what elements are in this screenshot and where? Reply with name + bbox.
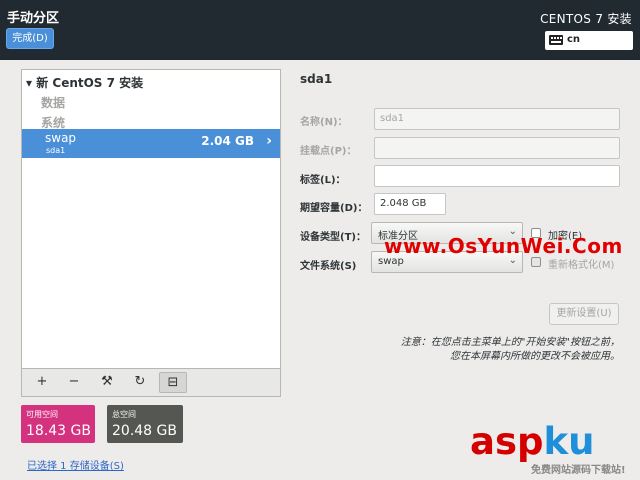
total-space-label: 总空间	[112, 410, 136, 419]
note-line-1: 注意：在您点击主菜单上的"开始安装"按钮之前，	[400, 337, 620, 348]
product-title: CENTOS 7 安装	[540, 12, 632, 26]
selected-storage-link[interactable]: 已选择 1 存储设备(S)	[27, 457, 124, 472]
available-space-value: 18.43 GB	[26, 423, 91, 439]
partition-name: swap	[45, 131, 77, 145]
partition-device: sda1	[46, 146, 66, 155]
note-line-2: 您在本屏幕内所做的更改不会被应用。	[450, 351, 620, 362]
update-settings-button[interactable]: 更新设置(U)	[549, 303, 619, 325]
available-space-box: 可用空间 18.43 GB	[21, 405, 95, 443]
tag-label: 标签(L)：	[300, 175, 346, 186]
tree-root-label[interactable]: ▾ 新 CentOS 7 安装	[26, 74, 143, 91]
top-header: 手动分区 完成(D) CENTOS 7 安装 cn	[0, 0, 640, 60]
done-button[interactable]: 完成(D)	[6, 28, 54, 49]
capacity-label: 期望容量(D)：	[300, 203, 368, 214]
page-title: 手动分区	[7, 11, 60, 26]
filesystem-label: 文件系统(S)	[300, 261, 357, 272]
keyboard-icon	[549, 35, 563, 45]
keyboard-layout-label: cn	[567, 34, 581, 45]
total-space-value: 20.48 GB	[112, 423, 177, 439]
keyboard-layout-indicator[interactable]: cn	[545, 31, 633, 50]
available-space-label: 可用空间	[26, 410, 58, 419]
total-space-box: 总空间 20.48 GB	[107, 405, 183, 443]
partition-size: 2.04 GB	[201, 134, 254, 148]
device-type-label: 设备类型(T)：	[300, 232, 366, 243]
mount-point-field[interactable]	[374, 137, 620, 159]
chevron-right-icon: ›	[266, 133, 272, 149]
tag-field[interactable]	[374, 165, 620, 187]
name-field[interactable]: sda1	[374, 108, 620, 130]
watermark-aspku-logo: aspku	[470, 420, 595, 463]
partition-tree: ▾ 新 CentOS 7 安装 数据 系统 swap sda1 2.04 GB …	[21, 69, 281, 369]
partition-toolbar: + − ⚒ ↻ ⊟	[21, 369, 281, 397]
remove-icon[interactable]: −	[60, 372, 88, 393]
tree-group-data: 数据	[41, 96, 66, 110]
name-label: 名称(N)：	[300, 117, 348, 128]
add-icon[interactable]: +	[28, 372, 56, 393]
watermark-aspku-tagline: 免费网站源码下载站!	[531, 465, 626, 476]
refresh-icon[interactable]: ↻	[126, 372, 154, 393]
watermark-osyunwei: www.OsYunWei.Com	[384, 234, 623, 258]
reformat-label: 重新格式化(M)	[548, 260, 615, 271]
capacity-field[interactable]: 2.048 GB	[374, 193, 446, 215]
configure-icon[interactable]: ⚒	[93, 372, 121, 393]
detail-title: sda1	[300, 72, 333, 86]
reset-icon[interactable]: ⊟	[159, 372, 187, 393]
reformat-checkbox[interactable]	[531, 257, 541, 267]
partition-row-swap[interactable]: swap sda1 2.04 GB ›	[22, 129, 280, 158]
mount-point-label: 挂载点(P)：	[300, 146, 357, 157]
